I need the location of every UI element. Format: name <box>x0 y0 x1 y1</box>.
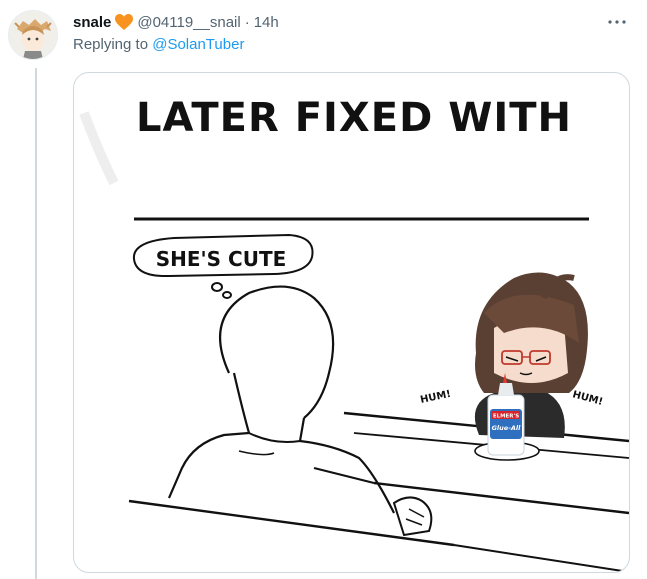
more-icon[interactable] <box>607 12 627 32</box>
tweet-header: snale @04119__snail · 14h <box>73 11 279 33</box>
heart-icon <box>115 13 134 31</box>
hum-right: HUM! <box>571 389 604 408</box>
hum-left: HUM! <box>419 389 452 406</box>
timestamp[interactable]: 14h <box>254 14 279 31</box>
reply-prefix: Replying to <box>73 36 153 53</box>
media-image[interactable]: LATER FIXED WITH SHE'S CUTE HUM! HUM! EL… <box>73 72 630 573</box>
comic-title: LATER FIXED WITH <box>136 95 572 141</box>
separator-dot: · <box>244 13 250 31</box>
bottle-brand: ELMER'S <box>493 414 519 420</box>
replying-to: Replying to @SolanTuber <box>73 36 244 53</box>
thought-text: SHE'S CUTE <box>156 247 287 271</box>
handle[interactable]: @04119__snail <box>137 14 240 31</box>
avatar[interactable] <box>8 10 58 60</box>
reply-mention-link[interactable]: @SolanTuber <box>152 36 244 53</box>
thread-line <box>35 68 37 579</box>
bottle-product: Glue-All <box>492 424 522 432</box>
display-name[interactable]: snale <box>73 14 111 31</box>
